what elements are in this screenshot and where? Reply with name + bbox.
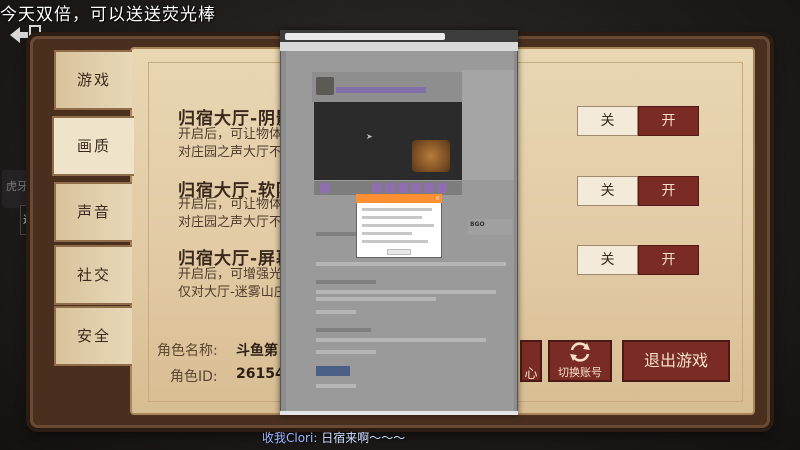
avatar[interactable] bbox=[316, 77, 334, 95]
danmaku-message: 收我Clori: 日宿来啊～～～ bbox=[262, 429, 405, 446]
dialog-line bbox=[362, 208, 432, 211]
gift-icon[interactable] bbox=[437, 183, 447, 193]
toggle-shadow[interactable]: 关 开 bbox=[577, 106, 699, 136]
video-overlay-image bbox=[412, 140, 450, 172]
comment-line bbox=[316, 384, 356, 388]
close-icon[interactable]: × bbox=[435, 194, 440, 203]
dialog-line bbox=[362, 240, 428, 243]
role-name-label: 角色名称: bbox=[157, 343, 218, 359]
quit-game-button[interactable]: 退出游戏 bbox=[622, 340, 730, 382]
comment-line bbox=[316, 350, 376, 354]
gift-icon[interactable] bbox=[424, 183, 434, 193]
browser-toolbar[interactable] bbox=[280, 42, 518, 51]
setting-desc-shadow-2: 对庄园之声大厅不生 bbox=[178, 145, 296, 160]
danmaku-user: 收我Clori: bbox=[262, 431, 318, 445]
left-outside-label: 虎牙 bbox=[6, 180, 28, 193]
ad-text: BGO bbox=[470, 221, 485, 228]
comment-line bbox=[316, 290, 496, 294]
image-thumbnail[interactable] bbox=[316, 366, 350, 376]
toggle-on-button[interactable]: 开 bbox=[638, 176, 699, 206]
setting-desc-soft-shadow-2: 对庄园之声大厅不生 bbox=[178, 215, 296, 230]
comment-line bbox=[316, 338, 486, 342]
tab-graphics[interactable]: 画质 bbox=[52, 116, 134, 176]
toggle-on-button[interactable]: 开 bbox=[638, 106, 699, 136]
dialog-line bbox=[362, 224, 434, 227]
setting-desc-screen-1: 开启后，可增强光影 bbox=[178, 267, 296, 282]
gift-icon[interactable] bbox=[320, 183, 330, 193]
comment-user bbox=[316, 328, 371, 332]
switch-icon bbox=[570, 342, 590, 362]
browser-side-panel bbox=[462, 70, 514, 180]
setting-desc-soft-shadow-1: 开启后，可让物体产 bbox=[178, 197, 296, 212]
toggle-off-button[interactable]: 关 bbox=[577, 106, 638, 136]
toggle-off-button[interactable]: 关 bbox=[577, 245, 638, 275]
role-name-value: 斗鱼第 bbox=[236, 343, 278, 359]
tab-security[interactable]: 安全 bbox=[54, 306, 132, 366]
gift-icon[interactable] bbox=[411, 183, 421, 193]
browser-status-bar bbox=[280, 411, 518, 415]
toggle-screen[interactable]: 关 开 bbox=[577, 245, 699, 275]
toggle-soft-shadow[interactable]: 关 开 bbox=[577, 176, 699, 206]
browser-url-bar[interactable] bbox=[285, 33, 445, 40]
comment-user bbox=[316, 280, 376, 284]
dialog-confirm-button[interactable] bbox=[387, 249, 411, 255]
stream-tags bbox=[336, 87, 426, 93]
gift-icon[interactable] bbox=[385, 183, 395, 193]
comment-line bbox=[316, 262, 506, 266]
gift-icon[interactable] bbox=[398, 183, 408, 193]
toggle-off-button[interactable]: 关 bbox=[577, 176, 638, 206]
tab-game[interactable]: 游戏 bbox=[54, 50, 132, 110]
setting-desc-screen-2: 仅对大厅-迷雾山庄 bbox=[178, 285, 287, 300]
danmaku-text: 日宿来啊～～～ bbox=[321, 431, 406, 445]
setting-desc-shadow-1: 开启后，可让物体产 bbox=[178, 127, 296, 142]
comment-line bbox=[316, 310, 356, 314]
cursor-icon: ➤ bbox=[366, 132, 373, 141]
partial-button[interactable]: 心 bbox=[520, 340, 542, 382]
role-id-label: 角色ID: bbox=[170, 369, 218, 385]
dialog-line bbox=[362, 216, 422, 219]
gift-icon[interactable] bbox=[372, 183, 382, 193]
toggle-on-button[interactable]: 开 bbox=[638, 245, 699, 275]
dialog-line bbox=[362, 232, 412, 235]
tab-social[interactable]: 社交 bbox=[54, 245, 132, 305]
dialog-header bbox=[356, 194, 442, 203]
tab-sound[interactable]: 声音 bbox=[54, 182, 132, 242]
comment-line bbox=[316, 297, 436, 301]
